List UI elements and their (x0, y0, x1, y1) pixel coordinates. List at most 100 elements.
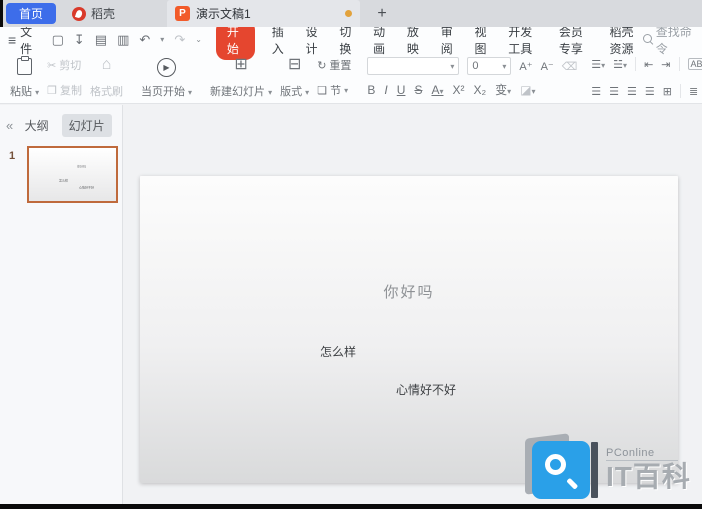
new-slide-button[interactable]: ⊞ 新建幻灯片 ▾ (206, 55, 276, 100)
new-slide-caret-icon[interactable]: ▾ (268, 88, 272, 97)
home-tab[interactable]: 首页 (6, 3, 56, 24)
ribbon-tab-member[interactable]: 会员专享 (559, 23, 593, 57)
slide-text-line3[interactable]: 心情好不好 (396, 381, 456, 398)
watermark-title: IT百科 (606, 461, 691, 493)
reset-icon: ↻ (317, 59, 326, 72)
phonetic-button[interactable]: 变▾ (495, 81, 511, 98)
window-edge (0, 0, 3, 27)
play-from-page-button[interactable]: ▶ 当页开始 ▾ (137, 55, 196, 100)
file-menu[interactable]: 文件 (20, 23, 39, 57)
pconline-watermark: PConline IT百科 (524, 438, 700, 502)
slide-text-line2[interactable]: 怎么样 (320, 343, 356, 360)
copy-button[interactable]: ❐复制 (47, 82, 82, 98)
export-icon[interactable]: ↧ (74, 32, 85, 48)
undo-caret-icon[interactable]: ▾ (160, 35, 164, 44)
paragraph-group: ☰▾ ☱▾ ⇤ ⇥ AB ⇅▾ ☰ ☰ ☰ ☰ ⊞ ≣ ≣ ≣ (589, 55, 702, 100)
outline-tab[interactable]: 大纲 (18, 114, 56, 137)
docer-tab[interactable]: 稻壳 (56, 0, 129, 27)
it-baike-logo-icon (532, 441, 590, 499)
section-caret-icon[interactable]: ▾ (344, 86, 348, 95)
paragraph-spacing-icon[interactable]: ≣ (689, 85, 698, 98)
layout-icon: ⊟ (288, 56, 301, 73)
redo-icon[interactable]: ↷ (174, 32, 185, 48)
search-icon (643, 34, 652, 45)
paste-icon (17, 58, 32, 75)
document-tab-title: 演示文稿1 (196, 5, 345, 22)
hamburger-menu-icon[interactable]: ≡ (8, 32, 16, 48)
document-tab[interactable]: P 演示文稿1 (167, 0, 360, 27)
slide-number: 1 (9, 150, 15, 162)
menu-bar: ≡ 文件 ▢ ↧ ▤ ▥ ↶ ▾ ↷ ⌄ 开始 插入 设计 切换 动画 放映 审… (0, 27, 702, 52)
font-family-select[interactable]: ▾ (367, 57, 459, 75)
print-preview-icon[interactable]: ▥ (117, 32, 129, 48)
unsaved-indicator-dot (345, 10, 352, 17)
ribbon-tab-view[interactable]: 视图 (475, 23, 492, 57)
justify-icon[interactable]: ☰ (645, 85, 655, 98)
increase-font-icon[interactable]: A⁺ (519, 60, 532, 73)
ribbon-tab-insert[interactable]: 插入 (272, 23, 289, 57)
subscript-button[interactable]: X₂ (473, 83, 486, 97)
underline-button[interactable]: U (397, 83, 406, 97)
fill-color-button[interactable]: ◪▾ (520, 83, 535, 97)
ribbon-tab-transition[interactable]: 切换 (339, 23, 356, 57)
paste-button[interactable]: 粘贴 ▾ (6, 55, 43, 100)
align-right-icon[interactable]: ☰ (627, 85, 637, 98)
copy-icon: ❐ (47, 84, 57, 97)
distribute-icon[interactable]: ⊞ (663, 85, 672, 98)
new-tab-button[interactable]: + (372, 5, 392, 23)
decrease-font-icon[interactable]: A⁻ (541, 60, 554, 73)
bottom-border (0, 504, 702, 509)
format-painter-button[interactable]: ⌂ 格式刷 (86, 55, 127, 100)
play-icon: ▶ (157, 58, 176, 77)
docer-tab-label: 稻壳 (91, 5, 115, 22)
clear-format-icon[interactable]: ⌫ (562, 60, 578, 73)
find-command-search[interactable]: 查找命令 (643, 23, 694, 57)
ribbon-tab-devtools[interactable]: 开发工具 (508, 23, 542, 57)
save-icon[interactable]: ▢ (52, 32, 64, 48)
print-icon[interactable]: ▤ (95, 32, 107, 48)
scissors-icon: ✂ (47, 59, 56, 72)
ribbon-tab-design[interactable]: 设计 (306, 23, 323, 57)
align-left-icon[interactable]: ☰ (591, 85, 601, 98)
slide-canvas[interactable]: 你好吗 怎么样 心情好不好 (140, 176, 678, 483)
wps-presentation-window: 首页 稻壳 P 演示文稿1 + ≡ 文件 ▢ ↧ ▤ ▥ ↶ ▾ ↷ ⌄ 开始 … (0, 0, 702, 509)
italic-button[interactable]: I (384, 83, 387, 97)
ribbon-tab-slideshow[interactable]: 放映 (407, 23, 424, 57)
section-icon: ❏ (317, 84, 327, 97)
collapse-panel-icon[interactable]: « (6, 118, 13, 133)
ribbon-toolbar: 粘贴 ▾ ✂剪切 ❐复制 ⌂ 格式刷 ▶ 当页开始 ▾ ⊞ 新建幻灯片 ▾ ⊟ … (0, 52, 702, 104)
bold-button[interactable]: B (367, 83, 375, 97)
font-group: ▾ 0▾ A⁺ A⁻ ⌫ B I U S A▾ X² X₂ 变▾ ◪▾ (365, 55, 579, 100)
slide-thumbnail[interactable]: 你好吗 怎么样 心情好不好 (27, 146, 118, 203)
superscript-button[interactable]: X² (452, 83, 464, 97)
paste-caret-icon[interactable]: ▾ (35, 88, 39, 97)
undo-icon[interactable]: ↶ (139, 32, 150, 48)
customize-toolbar-icon[interactable]: ⌄ (195, 35, 202, 44)
reset-section-group: ↻重置 ❏节▾ (313, 55, 355, 100)
font-color-button[interactable]: A▾ (431, 83, 443, 97)
increase-indent-icon[interactable]: ⇥ (661, 58, 670, 71)
play-caret-icon[interactable]: ▾ (188, 88, 192, 97)
cut-copy-group: ✂剪切 ❐复制 (43, 55, 86, 100)
numbering-button[interactable]: ☱▾ (613, 58, 627, 71)
section-button[interactable]: ❏节▾ (317, 82, 351, 98)
format-painter-icon: ⌂ (102, 56, 112, 73)
align-center-icon[interactable]: ☰ (609, 85, 619, 98)
char-border-button[interactable]: AB (688, 58, 702, 70)
cut-button[interactable]: ✂剪切 (47, 57, 82, 73)
ribbon-tab-animation[interactable]: 动画 (373, 23, 390, 57)
slide-text-title[interactable]: 你好吗 (140, 281, 678, 302)
ribbon-tab-docer-resources[interactable]: 稻壳资源 (609, 23, 643, 57)
layout-caret-icon[interactable]: ▾ (305, 88, 309, 97)
new-slide-icon: ⊞ (234, 56, 247, 73)
presentation-file-icon: P (175, 6, 190, 21)
watermark-brand: PConline (606, 447, 678, 461)
slides-tab[interactable]: 幻灯片 (62, 114, 112, 137)
layout-button[interactable]: ⊟ 版式 ▾ (276, 55, 313, 100)
reset-button[interactable]: ↻重置 (317, 57, 351, 73)
font-size-select[interactable]: 0▾ (467, 57, 511, 75)
decrease-indent-icon[interactable]: ⇤ (644, 58, 653, 71)
strikethrough-button[interactable]: S (414, 83, 422, 97)
ribbon-tab-review[interactable]: 审阅 (441, 23, 458, 57)
bullets-button[interactable]: ☰▾ (591, 58, 605, 71)
